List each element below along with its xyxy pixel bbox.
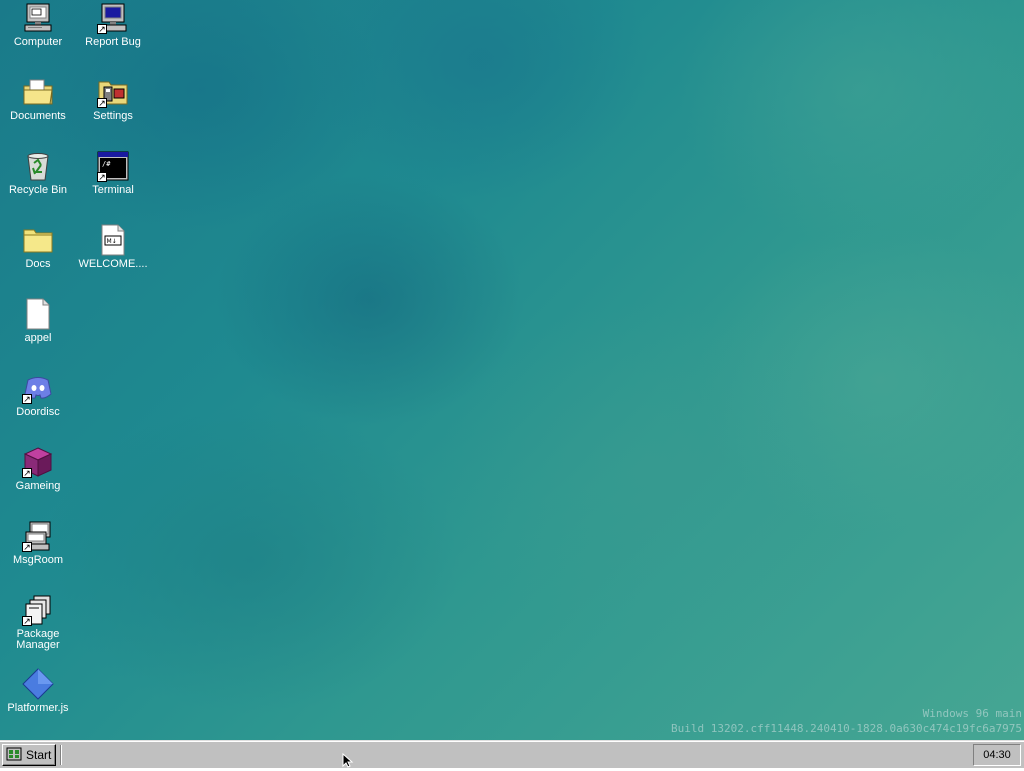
icon-label: Documents xyxy=(10,110,66,122)
desktop-icon-report-bug[interactable]: ↗ Report Bug xyxy=(76,2,150,48)
icon-label: Gameing xyxy=(15,480,61,492)
start-label: Start xyxy=(26,748,52,762)
desktop-icon-terminal[interactable]: /# ↗ Terminal xyxy=(76,150,150,196)
desktop-icon-welcome[interactable]: M↓ WELCOME.... xyxy=(76,224,150,270)
shortcut-arrow-icon: ↗ xyxy=(97,98,107,108)
build-watermark: Windows 96 main Build 13202.cff11448.240… xyxy=(671,706,1022,736)
icon-label: Settings xyxy=(93,110,133,122)
cube-icon: ↗ xyxy=(22,446,54,478)
build-watermark-line1: Windows 96 main xyxy=(922,707,1022,720)
icon-label: appel xyxy=(24,332,52,344)
icon-label: Package Manager xyxy=(16,628,60,651)
clock: 04:30 xyxy=(983,749,1011,761)
build-watermark-line2: Build 13202.cff11448.240410-1828.0a630c4… xyxy=(671,722,1022,735)
taskbar-separator xyxy=(60,745,62,765)
desktop-icon-recycle-bin[interactable]: Recycle Bin xyxy=(1,150,75,196)
discord-icon: ↗ xyxy=(22,372,54,404)
blank-file-icon xyxy=(22,298,54,330)
folder-icon xyxy=(22,224,54,256)
desktop-icon-computer[interactable]: Computer xyxy=(1,2,75,48)
desktop-icon-doordisc[interactable]: ↗ Doordisc xyxy=(1,372,75,418)
icon-label: MsgRoom xyxy=(12,554,64,566)
report-bug-icon: ↗ xyxy=(97,2,129,34)
start-button[interactable]: Start xyxy=(2,744,56,766)
taskbar: Start 04:30 xyxy=(0,740,1024,768)
mouse-pointer-icon xyxy=(342,752,354,771)
icon-label: Report Bug xyxy=(85,36,141,48)
shortcut-arrow-icon: ↗ xyxy=(97,172,107,182)
icon-label: Recycle Bin xyxy=(8,184,68,196)
icon-label: Docs xyxy=(25,258,51,270)
start-logo-icon xyxy=(6,747,22,764)
svg-text:M↓: M↓ xyxy=(107,238,117,245)
terminal-icon: /# ↗ xyxy=(97,150,129,182)
icon-label: Terminal xyxy=(92,184,134,196)
system-tray[interactable]: 04:30 xyxy=(973,744,1021,766)
desktop-icon-msgroom[interactable]: ↗ MsgRoom xyxy=(1,520,75,566)
desktop-icon-package-manager[interactable]: ↗ Package Manager xyxy=(1,594,75,651)
diamond-icon xyxy=(22,668,54,700)
documents-folder-icon xyxy=(22,76,54,108)
svg-text:/#: /# xyxy=(102,160,111,168)
shortcut-arrow-icon: ↗ xyxy=(97,24,107,34)
msgroom-icon: ↗ xyxy=(22,520,54,552)
desktop[interactable]: Computer Documents Recycle Bin Docs appe… xyxy=(0,0,1024,740)
recycle-bin-icon xyxy=(22,150,54,182)
desktop-icon-settings[interactable]: ↗ Settings xyxy=(76,76,150,122)
computer-icon xyxy=(22,2,54,34)
desktop-icon-platformer[interactable]: Platformer.js xyxy=(1,668,75,714)
shortcut-arrow-icon: ↗ xyxy=(22,542,32,552)
package-manager-icon: ↗ xyxy=(22,594,54,626)
icon-label: WELCOME.... xyxy=(78,258,148,270)
desktop-icon-docs[interactable]: Docs xyxy=(1,224,75,270)
settings-icon: ↗ xyxy=(97,76,129,108)
shortcut-arrow-icon: ↗ xyxy=(22,468,32,478)
shortcut-arrow-icon: ↗ xyxy=(22,394,32,404)
icon-label: Computer xyxy=(13,36,63,48)
desktop-icon-documents[interactable]: Documents xyxy=(1,76,75,122)
desktop-icon-gameing[interactable]: ↗ Gameing xyxy=(1,446,75,492)
shortcut-arrow-icon: ↗ xyxy=(22,616,32,626)
markdown-file-icon: M↓ xyxy=(97,224,129,256)
desktop-icon-appel[interactable]: appel xyxy=(1,298,75,344)
icon-label: Platformer.js xyxy=(7,702,69,714)
icon-label: Doordisc xyxy=(16,406,60,418)
